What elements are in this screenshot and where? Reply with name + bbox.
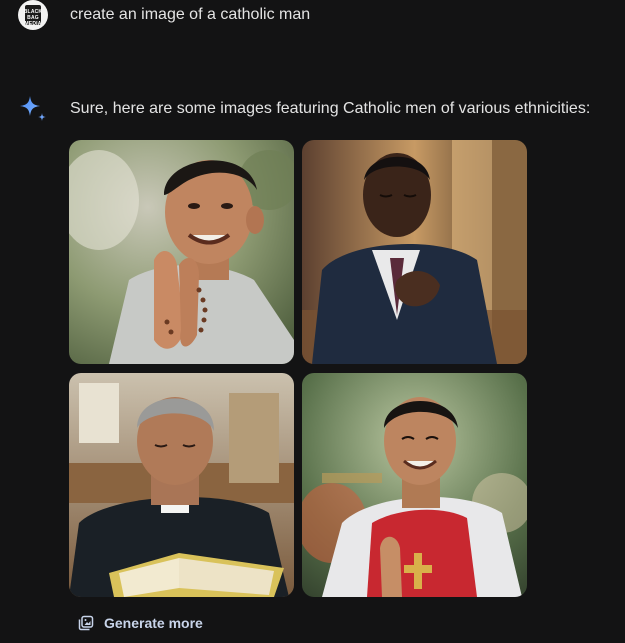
sparkle-icon xyxy=(20,96,46,121)
avatar-logo-text: BLACK BAG MEDIA xyxy=(23,9,43,27)
user-prompt-text: create an image of a catholic man xyxy=(70,6,311,23)
image-grid xyxy=(69,140,527,597)
generated-image-1[interactable] xyxy=(69,140,294,364)
image-stack-icon xyxy=(78,615,94,631)
generated-image-3[interactable] xyxy=(69,373,294,597)
response-text: Sure, here are some images featuring Cat… xyxy=(70,100,591,117)
user-message: BLACK BAG MEDIA create an image of a cat… xyxy=(0,0,625,36)
generated-image-4[interactable] xyxy=(302,373,527,597)
generate-more-label: Generate more xyxy=(104,615,203,631)
user-avatar[interactable]: BLACK BAG MEDIA xyxy=(18,0,48,30)
generate-more-button[interactable]: Generate more xyxy=(78,612,203,634)
chat-page: BLACK BAG MEDIA create an image of a cat… xyxy=(0,0,625,643)
generated-image-2[interactable] xyxy=(302,140,527,364)
